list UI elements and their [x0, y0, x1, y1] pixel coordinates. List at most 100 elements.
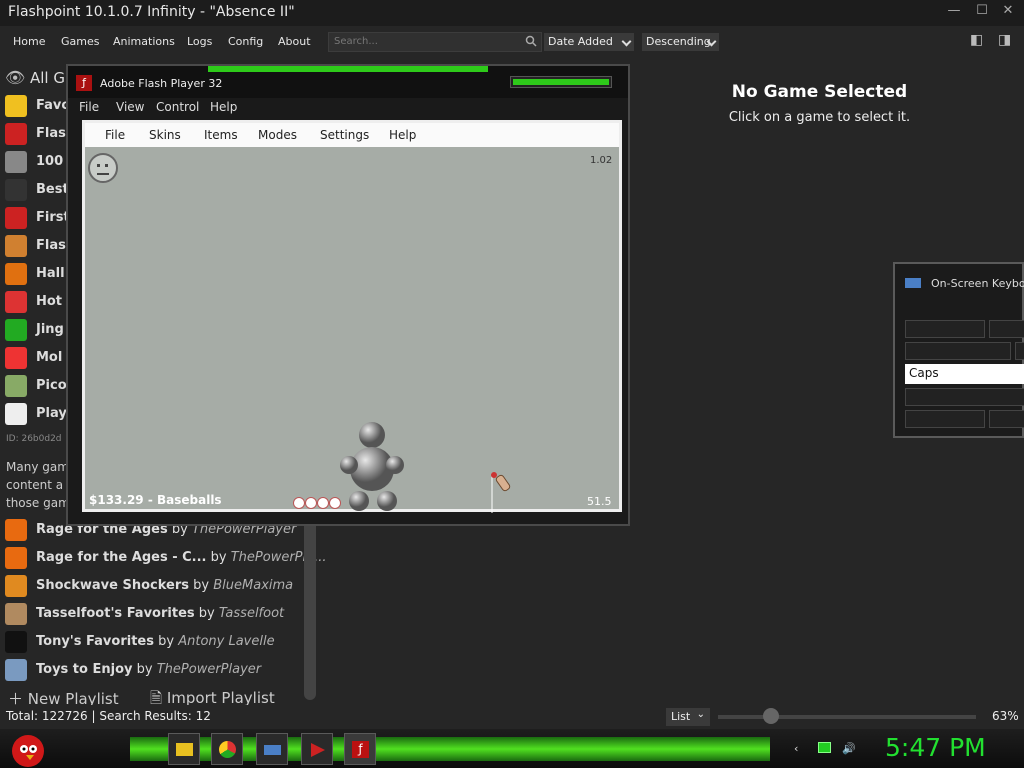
minimize-icon[interactable]: — — [944, 3, 964, 21]
file-explorer-icon[interactable] — [168, 733, 200, 765]
menu-games[interactable]: Games — [61, 35, 99, 48]
sidebar-item-label: First — [36, 210, 70, 225]
chevron-down-icon — [621, 36, 632, 47]
keyboard-title: On-Screen Keyboa — [931, 277, 1024, 290]
menu-config[interactable]: Config — [228, 35, 263, 48]
flash-menu-view[interactable]: View — [116, 100, 144, 114]
game-menu-file[interactable]: File — [105, 128, 125, 142]
menu-home[interactable]: Home — [13, 35, 45, 48]
network-icon[interactable] — [818, 742, 832, 756]
keyboard-key[interactable] — [905, 320, 985, 338]
keyboard-key[interactable] — [989, 410, 1024, 428]
flash-logo-icon: ƒ — [76, 75, 92, 91]
playlist-icon — [5, 659, 27, 681]
playlist-label: Tony's Favorites by Antony Lavelle — [36, 634, 275, 649]
sidebar-item-label: Jing — [36, 322, 64, 337]
playlist-author: Tasselfoot — [218, 606, 285, 621]
keyboard-key[interactable] — [905, 342, 1011, 360]
game-menu-skins[interactable]: Skins — [149, 128, 181, 142]
keyboard-icon — [905, 278, 921, 288]
distance-readout: 51.5 — [587, 495, 612, 508]
playlist-icon — [5, 575, 27, 597]
zoom-slider[interactable] — [718, 715, 976, 719]
keyboard-key[interactable] — [905, 410, 985, 428]
taskbar-clock[interactable]: 5:47 PM — [885, 733, 986, 762]
start-button-icon[interactable] — [6, 729, 52, 768]
view-mode-value: List — [671, 710, 691, 723]
title-accent — [208, 66, 488, 72]
menu-about[interactable]: About — [278, 35, 311, 48]
menu-logs[interactable]: Logs — [187, 35, 212, 48]
playlist-icon — [5, 347, 27, 369]
collapse-left-icon[interactable]: ◧ — [970, 32, 988, 50]
keyboard-app-icon[interactable] — [256, 733, 288, 765]
taskbar: ƒ ‹ 🔊 5:47 PM — [0, 729, 1024, 768]
playlist-icon — [5, 547, 27, 569]
face-icon[interactable] — [88, 153, 118, 183]
sort-order-select[interactable]: Descending — [642, 33, 719, 51]
view-mode-select[interactable]: List ⌄ — [666, 708, 710, 726]
keyboard-key[interactable] — [1015, 342, 1024, 360]
playlist-label: Rage for the Ages - C... by ThePowerPla.… — [36, 550, 327, 565]
search-input[interactable]: Search... — [328, 32, 542, 52]
flashpoint-icon[interactable] — [301, 733, 333, 765]
playlist-name: Toys to Enjoy — [36, 662, 133, 677]
flash-menu-help[interactable]: Help — [210, 100, 237, 114]
no-game-heading: No Game Selected — [731, 82, 908, 102]
playlist-icon — [5, 603, 27, 625]
playlist-author: BlueMaxima — [213, 578, 294, 593]
playlist-item[interactable]: Tasselfoot's Favorites by Tasselfoot — [0, 600, 300, 628]
flash-menu-bar: File View Control Help — [68, 98, 628, 118]
playlist-label: Shockwave Shockers by BlueMaxima — [36, 578, 293, 593]
game-menu-help[interactable]: Help — [389, 128, 416, 142]
game-menu-bar: File Skins Items Modes Settings Help — [85, 123, 619, 147]
game-canvas[interactable]: File Skins Items Modes Settings Help 1.0… — [82, 120, 622, 513]
chrome-icon[interactable] — [211, 733, 243, 765]
zoom-slider-handle[interactable] — [762, 708, 779, 724]
caps-key[interactable]: Caps — [905, 364, 1024, 384]
collapse-right-icon[interactable]: ◨ — [998, 32, 1016, 50]
playlist-item[interactable]: Toys to Enjoy by ThePowerPlayer — [0, 656, 300, 684]
show-hidden-icons-icon[interactable]: ‹ — [794, 742, 808, 756]
game-menu-modes[interactable]: Modes — [258, 128, 297, 142]
playlist-item[interactable]: Rage for the Ages - C... by ThePowerPla.… — [0, 544, 327, 572]
playlist-icon — [5, 151, 27, 173]
flash-title-bar: ƒ Adobe Flash Player 32 — [68, 66, 628, 98]
sidebar-item-label: Best — [36, 182, 69, 197]
playlist-item[interactable]: Tony's Favorites by Antony Lavelle — [0, 628, 300, 656]
playlist-icon — [5, 375, 27, 397]
game-id: ID: 26b0d2d — [6, 434, 62, 444]
sort-order-value: Descending — [646, 35, 711, 48]
flash-player-window: ƒ Adobe Flash Player 32 File View Contro… — [66, 64, 630, 526]
window-controls[interactable] — [510, 76, 612, 88]
description-line: those gam — [6, 496, 70, 510]
game-menu-items[interactable]: Items — [204, 128, 238, 142]
maximize-icon[interactable]: ☐ — [972, 3, 992, 21]
search-icon[interactable] — [525, 35, 537, 47]
playlist-icon — [5, 263, 27, 285]
flash-menu-file[interactable]: File — [79, 100, 99, 114]
playlist-icon — [5, 291, 27, 313]
playlist-name: Shockwave Shockers — [36, 578, 190, 593]
no-game-subtext: Click on a game to select it. — [728, 110, 911, 125]
playlist-icon — [5, 179, 27, 201]
sidebar-item-label: Play — [36, 406, 67, 421]
sort-field-select[interactable]: Date Added — [544, 33, 634, 51]
window-title: Flashpoint 10.1.0.7 Infinity - "Absence … — [8, 4, 295, 20]
flash-player-taskbar-icon[interactable]: ƒ — [344, 733, 376, 765]
flash-menu-control[interactable]: Control — [156, 100, 199, 114]
playlist-icon — [5, 631, 27, 653]
playlist-item[interactable]: Shockwave Shockers by BlueMaxima — [0, 572, 300, 600]
sidebar-item-label: Flas — [36, 238, 66, 253]
sidebar-item-label: 100 — [36, 154, 64, 169]
keyboard-key[interactable] — [989, 320, 1024, 338]
close-icon[interactable]: ✕ — [998, 3, 1018, 21]
menu-animations[interactable]: Animations — [113, 35, 175, 48]
playlist-author: Antony Lavelle — [178, 634, 275, 649]
playlist-by: by — [210, 550, 227, 565]
sidebar-item-label: Flas — [36, 126, 66, 141]
volume-icon[interactable]: 🔊 — [842, 742, 856, 756]
baseballs-pile — [293, 495, 349, 509]
game-menu-settings[interactable]: Settings — [320, 128, 369, 142]
keyboard-key[interactable] — [905, 388, 1024, 406]
